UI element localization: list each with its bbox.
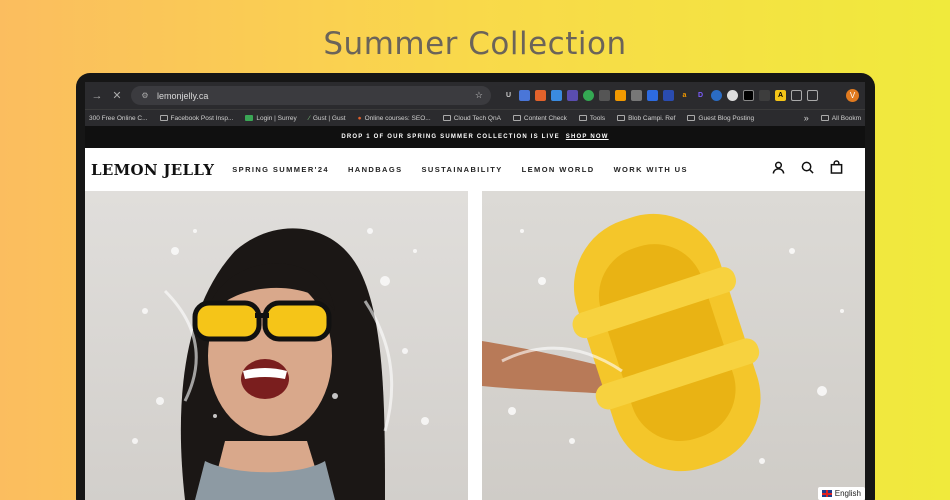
bookmark-item[interactable]: Facebook Post Insp...	[159, 114, 234, 122]
laptop-frame: → ✕ ⚙ lemonjelly.ca ☆ U a D A V 300 Free…	[76, 73, 875, 500]
extension-icon[interactable]: D	[695, 90, 706, 101]
bookmark-item[interactable]: Guest Blog Posting	[687, 115, 754, 122]
folder-icon	[159, 115, 168, 121]
bookmark-label: Content Check	[523, 114, 567, 122]
uk-flag-icon	[821, 490, 832, 497]
menu-item-handbags[interactable]: HANDBAGS	[348, 165, 403, 174]
extension-icon[interactable]	[727, 90, 738, 101]
menu-item-sustainability[interactable]: SUSTAINABILITY	[422, 165, 503, 174]
header-icons	[772, 160, 859, 179]
extension-icon[interactable]	[599, 90, 610, 101]
brand-logo[interactable]: LEMON JELLY	[91, 161, 214, 179]
hero-image-yellow-sandal[interactable]: English	[482, 191, 865, 500]
extension-icon[interactable]	[615, 90, 626, 101]
bookmarks-overflow-icon[interactable]: »	[804, 113, 809, 123]
extension-icon[interactable]	[567, 90, 578, 101]
bookmark-item[interactable]: 300 Free Online C...	[89, 115, 148, 122]
bookmark-item[interactable]: ● Online courses: SEO...	[358, 115, 431, 122]
folder-icon	[820, 115, 829, 121]
extension-icon[interactable]	[583, 90, 594, 101]
bookmark-label: Tools	[589, 114, 606, 122]
bookmark-star-icon[interactable]: ☆	[475, 90, 483, 101]
gust-icon: ⁄	[308, 114, 310, 122]
announcement-bar: DROP 1 OF OUR SPRING SUMMER COLLECTION I…	[85, 126, 865, 148]
bookmark-label: Blob Campi. Ref	[628, 114, 676, 122]
bookmark-label: All Bookm	[831, 114, 861, 122]
extension-icon[interactable]	[535, 90, 546, 101]
side-panel-icon[interactable]	[807, 90, 818, 101]
extension-icon[interactable]	[631, 90, 642, 101]
bookmark-label: Guest Blog Posting	[698, 114, 755, 122]
bookmark-label: Facebook Post Insp...	[170, 114, 234, 122]
menu-item-work-with-us[interactable]: WORK WITH US	[614, 165, 688, 174]
bookmark-item[interactable]: All Bookm	[820, 114, 861, 122]
extension-icon[interactable]	[647, 90, 658, 101]
stop-icon[interactable]: ✕	[111, 89, 123, 102]
announcement-text: DROP 1 OF OUR SPRING SUMMER COLLECTION I…	[341, 134, 560, 140]
bookmarks-bar: 300 Free Online C... Facebook Post Insp.…	[85, 109, 865, 126]
bookmark-label: Cloud Tech QnA	[453, 114, 501, 122]
search-icon[interactable]	[801, 161, 814, 179]
bookmark-item[interactable]: Tools	[578, 114, 606, 122]
language-selector[interactable]: English	[817, 487, 865, 500]
url-text: lemonjelly.ca	[157, 90, 209, 101]
puzzle-icon[interactable]	[791, 90, 802, 101]
extension-icon[interactable]	[663, 90, 674, 101]
extension-icon[interactable]	[519, 90, 530, 101]
sandal-illustration	[482, 213, 844, 472]
bookmark-label: Online courses: SEO...	[364, 114, 431, 122]
address-bar[interactable]: ⚙ lemonjelly.ca ☆	[131, 86, 491, 105]
woman-illustration	[132, 228, 429, 500]
forward-icon[interactable]: →	[91, 90, 103, 102]
site-info-icon[interactable]: ⚙	[139, 91, 151, 100]
bookmark-item[interactable]: Cloud Tech QnA	[442, 114, 501, 122]
hero-section: English	[85, 191, 865, 500]
profile-avatar[interactable]: V	[846, 89, 859, 102]
cart-icon[interactable]	[830, 160, 843, 179]
bookmark-item[interactable]: Login | Surrey	[245, 114, 297, 122]
extension-icon[interactable]: U	[503, 90, 514, 101]
extension-icon[interactable]: A	[775, 90, 786, 101]
main-menu: SPRING SUMMER'24 HANDBAGS SUSTAINABILITY…	[232, 165, 688, 174]
bookmark-label: Gust | Gust	[312, 114, 346, 122]
site-header: LEMON JELLY SPRING SUMMER'24 HANDBAGS SU…	[85, 148, 865, 191]
surrey-icon	[245, 115, 254, 121]
extension-icon[interactable]: a	[679, 90, 690, 101]
menu-item-spring-summer[interactable]: SPRING SUMMER'24	[232, 165, 329, 174]
browser-window: → ✕ ⚙ lemonjelly.ca ☆ U a D A V 300 Free…	[85, 82, 865, 500]
account-icon[interactable]	[772, 161, 785, 179]
folder-icon	[617, 115, 626, 121]
shop-now-link[interactable]: SHOP NOW	[566, 134, 609, 140]
language-label: English	[834, 489, 861, 498]
folder-icon	[687, 115, 696, 121]
hero-image-woman-splash[interactable]	[85, 191, 468, 500]
folder-icon	[442, 115, 451, 121]
bookmark-label: 300 Free Online C...	[89, 114, 148, 122]
extension-icon[interactable]	[551, 90, 562, 101]
extension-icon[interactable]	[759, 90, 770, 101]
folder-icon	[578, 115, 587, 121]
menu-item-lemon-world[interactable]: LEMON WORLD	[522, 165, 595, 174]
bookmark-label: Login | Surrey	[256, 114, 297, 122]
extensions-row: U a D A	[503, 90, 818, 101]
bookmark-item[interactable]: ⁄ Gust | Gust	[309, 115, 346, 122]
bookmark-item[interactable]: Content Check	[512, 114, 567, 122]
page-headline: Summer Collection	[323, 26, 627, 62]
folder-icon	[512, 115, 521, 121]
browser-toolbar: → ✕ ⚙ lemonjelly.ca ☆ U a D A V	[85, 82, 865, 109]
udemy-icon: ●	[357, 114, 362, 122]
extension-icon[interactable]	[711, 90, 722, 101]
extension-icon[interactable]	[743, 90, 754, 101]
bookmark-item[interactable]: Blob Campi. Ref	[617, 115, 675, 122]
